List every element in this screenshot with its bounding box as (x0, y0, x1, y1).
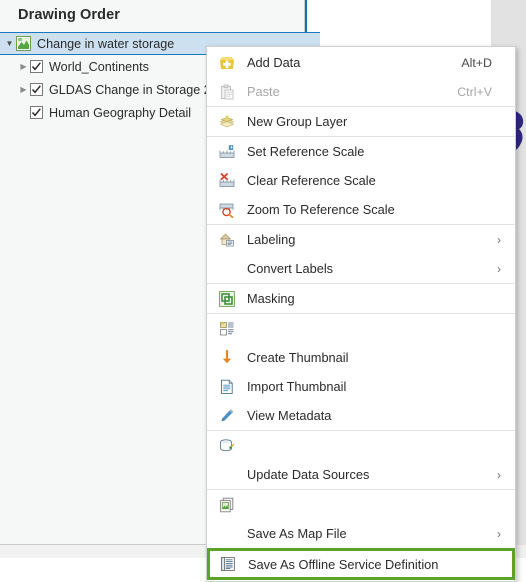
menu-item-label: Zoom To Reference Scale (247, 202, 395, 217)
map-view-area (306, 0, 491, 47)
tree-item-label: Change in water storage (37, 36, 175, 51)
chevron-right-icon: › (497, 467, 501, 482)
menu-item-masking[interactable]: Masking (207, 284, 515, 313)
menu-item-shortcut: Ctrl+V (457, 84, 492, 99)
menu-item-save-as-map-file[interactable] (207, 490, 515, 519)
menu-item-zoom-to-reference-scale[interactable]: Zoom To Reference Scale (207, 195, 515, 224)
menu-item-view-metadata[interactable]: Import Thumbnail (207, 372, 515, 401)
no-icon (214, 260, 240, 278)
menu-item-create-thumbnail[interactable] (207, 314, 515, 343)
menu-item-label: Save As Map File (247, 526, 347, 541)
page-title: Drawing Order (18, 7, 121, 23)
view-metadata-icon (214, 378, 240, 396)
edit-metadata-icon (214, 407, 240, 425)
set-reference-scale-icon (214, 143, 240, 161)
menu-item-label: Labeling (247, 232, 296, 247)
menu-item-import-thumbnail[interactable]: Create Thumbnail (207, 343, 515, 372)
menu-item-labeling[interactable]: Labeling › (207, 225, 515, 254)
checkbox-icon[interactable] (30, 60, 43, 73)
tree-item-label: GLDAS Change in Storage 2000 (49, 82, 232, 97)
import-thumbnail-icon (214, 349, 240, 367)
chevron-right-icon: › (497, 261, 501, 276)
menu-item-label: Save As Offline Service Definition (248, 556, 439, 572)
expander-collapsed-icon[interactable]: ▶ (17, 62, 30, 71)
menu-item-label: Create Thumbnail (247, 350, 349, 365)
menu-item-reorder-layers[interactable]: Update Data Sources › (207, 460, 515, 489)
clear-reference-scale-icon (214, 172, 240, 190)
menu-item-edit-metadata[interactable]: View Metadata (207, 401, 515, 430)
tree-item-label: World_Continents (49, 59, 149, 74)
menu-item-label: Update Data Sources (247, 467, 370, 482)
menu-item-add-data[interactable]: Add Data Alt+D (207, 48, 515, 77)
menu-item-label: Masking (247, 291, 295, 306)
menu-item-label: Import Thumbnail (247, 379, 347, 394)
paste-icon (214, 83, 240, 101)
tree-item-label: Human Geography Detail (49, 105, 192, 120)
labeling-icon (214, 231, 240, 249)
layer-context-menu: Add Data Alt+D Paste Ctrl+V New Group La (206, 46, 516, 582)
menu-item-label: New Group Layer (247, 114, 348, 129)
expander-open-icon[interactable]: ▼ (3, 39, 16, 48)
checkbox-icon[interactable] (30, 83, 43, 96)
menu-item-set-reference-scale[interactable]: Set Reference Scale (207, 137, 515, 166)
menu-item-label: Convert Labels (247, 261, 334, 276)
menu-item-paste: Paste Ctrl+V (207, 77, 515, 106)
expander-collapsed-icon[interactable]: ▶ (17, 85, 30, 94)
map-layer-icon (16, 36, 31, 51)
checkbox-icon[interactable] (30, 106, 43, 119)
update-data-sources-icon (214, 437, 240, 455)
menu-item-shortcut: Alt+D (461, 55, 492, 70)
masking-icon (214, 290, 240, 308)
menu-item-label: Paste (247, 84, 280, 99)
menu-item-new-group-layer[interactable]: New Group Layer (207, 107, 515, 136)
no-icon (214, 525, 240, 543)
no-icon (214, 466, 240, 484)
menu-item-label: Set Reference Scale (247, 144, 365, 159)
menu-item-label: View Metadata (247, 408, 332, 423)
create-thumbnail-icon (214, 320, 240, 338)
menu-item-update-data-sources[interactable] (207, 431, 515, 460)
zoom-reference-scale-icon (214, 201, 240, 219)
menu-item-properties[interactable]: Save As Offline Service Definition (207, 548, 515, 580)
menu-item-clear-reference-scale[interactable]: Clear Reference Scale (207, 166, 515, 195)
menu-item-save-as-offline-service-definition[interactable]: Save As Map File › (207, 519, 515, 548)
save-map-file-icon (214, 496, 240, 514)
map-view-right-gutter (491, 0, 526, 47)
chevron-right-icon: › (497, 232, 501, 247)
menu-item-convert-labels[interactable]: Convert Labels › (207, 254, 515, 283)
group-layer-icon (214, 113, 240, 131)
add-data-icon (214, 54, 240, 72)
menu-item-label: Add Data (247, 55, 301, 70)
chevron-right-icon: › (497, 526, 501, 541)
menu-item-label: Clear Reference Scale (247, 173, 376, 188)
